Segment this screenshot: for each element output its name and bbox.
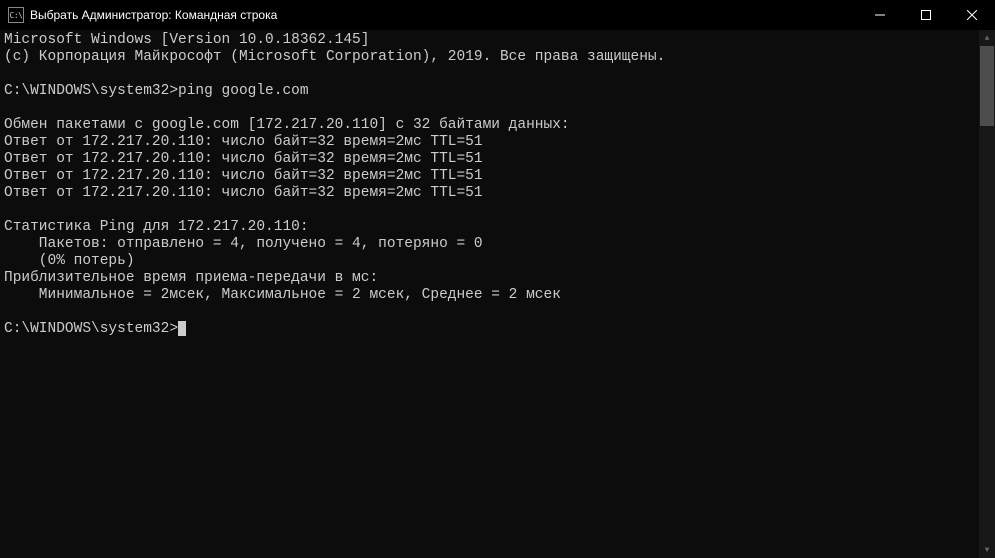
vertical-scrollbar[interactable]: ▲ ▼ [979,30,995,558]
scrollbar-thumb[interactable] [980,46,994,126]
scroll-down-arrow[interactable]: ▼ [979,542,995,558]
terminal-line: C:\WINDOWS\system32>ping google.com [4,83,991,100]
terminal-line: Ответ от 172.217.20.110: число байт=32 в… [4,185,991,202]
terminal-line: Microsoft Windows [Version 10.0.18362.14… [4,32,991,49]
terminal-line: Минимальное = 2мсек, Максимальное = 2 мс… [4,287,991,304]
scroll-up-arrow[interactable]: ▲ [979,30,995,46]
terminal-output[interactable]: Microsoft Windows [Version 10.0.18362.14… [0,30,995,558]
terminal-line: (0% потерь) [4,253,991,270]
terminal-line: Ответ от 172.217.20.110: число байт=32 в… [4,151,991,168]
cmd-window: C:\ Выбрать Администратор: Командная стр… [0,0,995,558]
terminal-prompt[interactable]: C:\WINDOWS\system32> [4,321,991,338]
terminal-line [4,202,991,219]
terminal-line: (c) Корпорация Майкрософт (Microsoft Cor… [4,49,991,66]
minimize-button[interactable] [857,0,903,30]
terminal-line: Статистика Ping для 172.217.20.110: [4,219,991,236]
maximize-button[interactable] [903,0,949,30]
terminal-line: Приблизительное время приема-передачи в … [4,270,991,287]
terminal-line [4,66,991,83]
terminal-line [4,304,991,321]
terminal-line: Обмен пакетами с google.com [172.217.20.… [4,117,991,134]
window-title: Выбрать Администратор: Командная строка [30,8,857,22]
window-controls [857,0,995,30]
close-button[interactable] [949,0,995,30]
terminal-line: Ответ от 172.217.20.110: число байт=32 в… [4,134,991,151]
prompt-text: C:\WINDOWS\system32> [4,321,178,337]
cmd-icon: C:\ [8,7,24,23]
titlebar[interactable]: C:\ Выбрать Администратор: Командная стр… [0,0,995,30]
terminal-line: Пакетов: отправлено = 4, получено = 4, п… [4,236,991,253]
terminal-line [4,100,991,117]
cursor [178,321,186,336]
terminal-line: Ответ от 172.217.20.110: число байт=32 в… [4,168,991,185]
